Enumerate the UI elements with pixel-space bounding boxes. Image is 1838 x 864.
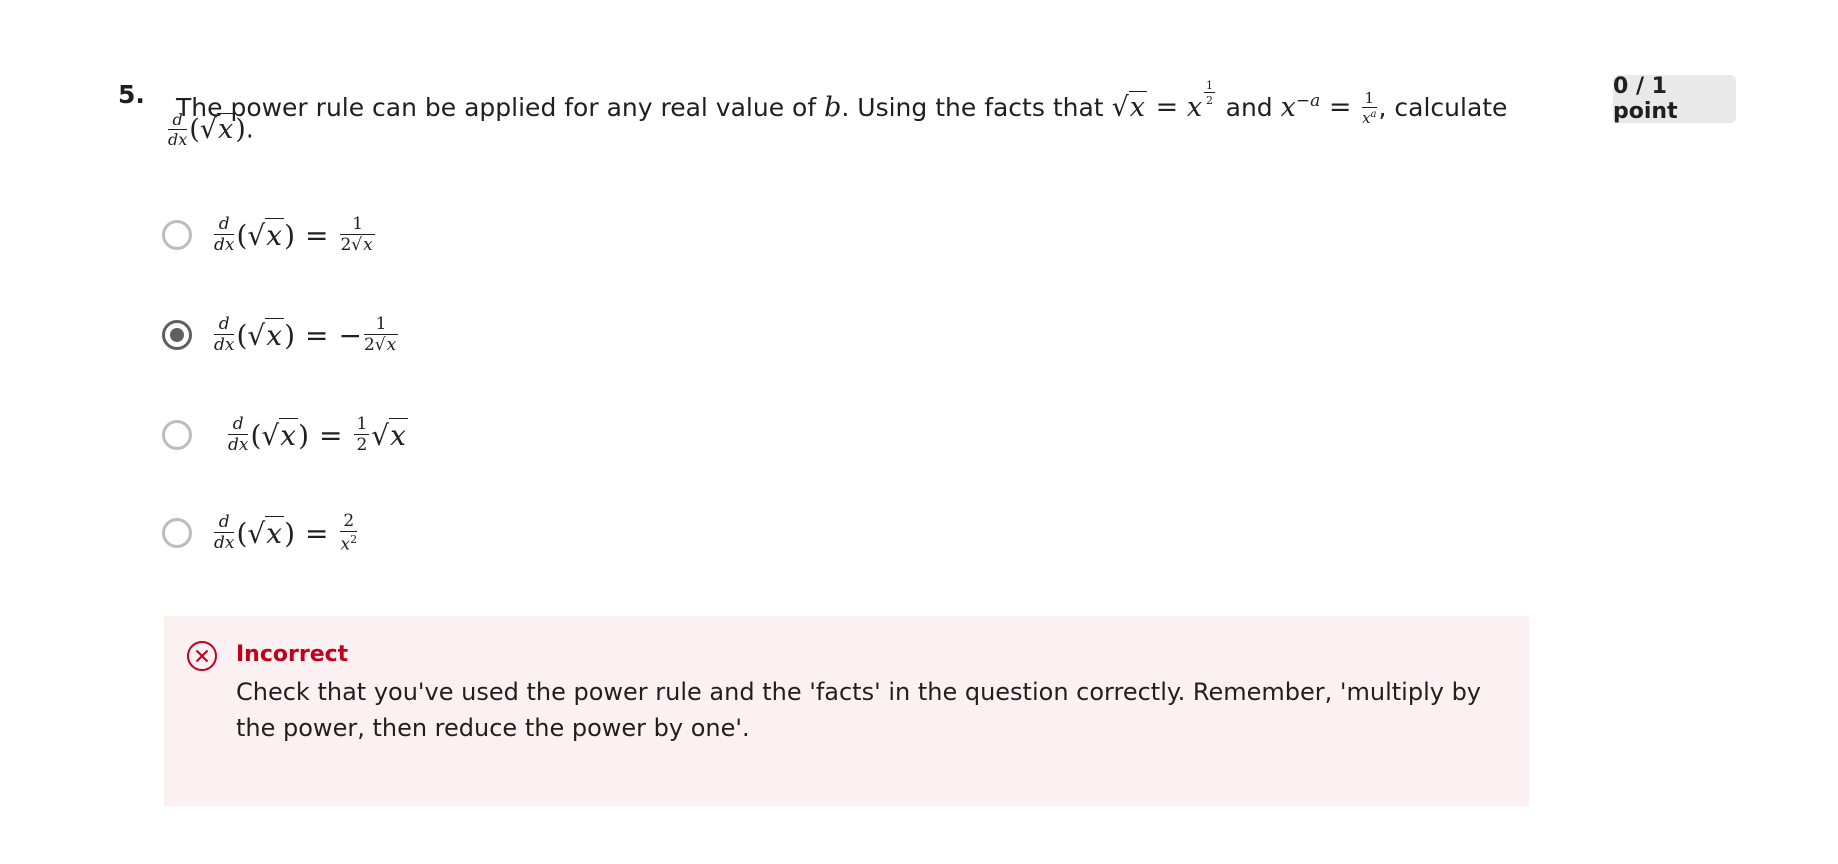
feedback-panel: Incorrect Check that you've used the pow… (164, 616, 1529, 806)
question-and: and (1225, 93, 1273, 122)
option-3-math: d dx(√x) = 1 2 √x (228, 414, 408, 455)
math-derivative-target: d dx (√x) (168, 110, 246, 149)
question-number: 5. (118, 80, 145, 109)
feedback-message: Check that you've used the power rule an… (236, 678, 1482, 742)
points-badge: 0 / 1 point (1613, 74, 1736, 124)
question-calculate: , calculate (1378, 93, 1508, 122)
radio-button-option-2-selected[interactable] (162, 320, 192, 350)
math-var-b: b (824, 92, 842, 123)
question-end: . (245, 114, 254, 144)
feedback-status: Incorrect (236, 642, 349, 667)
question-text: The power rule can be applied for any re… (176, 80, 1507, 126)
radio-button-option-4[interactable] (162, 518, 192, 548)
option-2[interactable]: d dx(√x) = −1 2√x (162, 310, 400, 360)
radio-button-option-3[interactable] (162, 420, 192, 450)
option-2-math: d dx(√x) = −1 2√x (214, 314, 399, 355)
math-fact-2: x−a = 1 xa (1280, 89, 1377, 127)
option-3[interactable]: d dx(√x) = 1 2 √x (162, 410, 408, 460)
question-text-line2: d dx (√x). (166, 112, 254, 148)
question-intro: The power rule can be applied for any re… (176, 93, 817, 122)
question-facts: . Using the facts that (841, 93, 1104, 122)
option-4-math: d dx(√x) = 2 x2 (214, 510, 358, 555)
circle-x-icon (187, 641, 217, 671)
option-1-math: d dx(√x) = 1 2√x (214, 214, 375, 255)
option-1[interactable]: d dx(√x) = 1 2√x (162, 210, 377, 260)
radio-button-option-1[interactable] (162, 220, 192, 250)
math-fact-1: √x = x12 (1111, 79, 1216, 123)
option-4[interactable]: d dx(√x) = 2 x2 (162, 508, 359, 558)
